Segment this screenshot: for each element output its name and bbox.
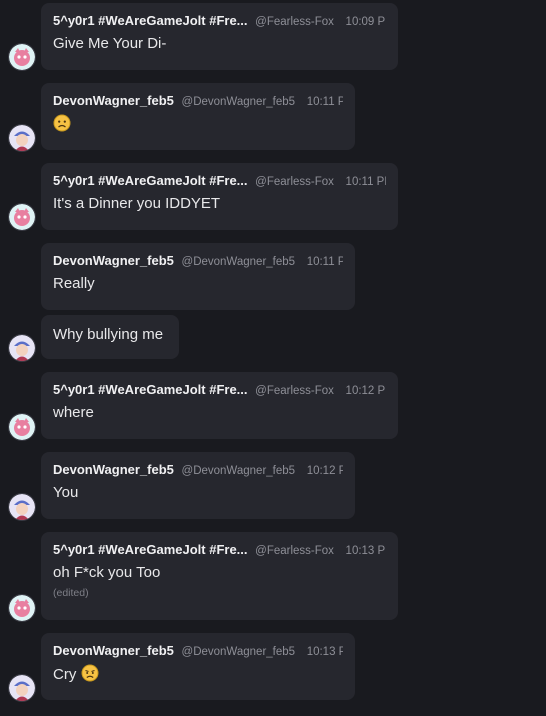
- message-text: where: [53, 404, 94, 421]
- message-time: 10:11 PM: [345, 176, 386, 188]
- message-time: 10:11 PM: [306, 96, 343, 108]
- message-bubble[interactable]: DevonWagner_feb5 @DevonWagner_feb5 10:11…: [41, 83, 355, 150]
- message-text: Really: [53, 275, 95, 292]
- author-name[interactable]: DevonWagner_feb5: [53, 462, 174, 477]
- avatar[interactable]: [8, 334, 36, 362]
- author-handle: @Fearless-Fox: [255, 176, 334, 188]
- message-bubble[interactable]: 5^y0r1 #WeAreGameJolt #Fre... @Fearless-…: [41, 3, 398, 70]
- author-handle: @Fearless-Fox: [255, 385, 334, 397]
- author-handle: @DevonWagner_feb5: [181, 96, 296, 108]
- edited-label: (edited): [53, 587, 89, 599]
- author-name[interactable]: 5^y0r1 #WeAreGameJolt #Fre...: [53, 13, 248, 28]
- message-time: 10:09 PM: [345, 16, 386, 28]
- message-bubble[interactable]: Why bullying me: [41, 315, 179, 359]
- message-text: It's a Dinner you IDDYET: [53, 195, 221, 212]
- message-time: 10:11 PM: [306, 256, 343, 268]
- avatar[interactable]: [8, 413, 36, 441]
- message-header: 5^y0r1 #WeAreGameJolt #Fre... @Fearless-…: [53, 382, 386, 399]
- sad-face-icon: [81, 664, 99, 682]
- author-name[interactable]: 5^y0r1 #WeAreGameJolt #Fre...: [53, 173, 248, 188]
- message-header: DevonWagner_feb5 @DevonWagner_feb5 10:12…: [53, 462, 343, 479]
- message-text: Why bullying me: [53, 326, 164, 343]
- message-text-content: Cry: [53, 666, 77, 683]
- message-text: oh F*ck you Too: [53, 564, 161, 581]
- message-bubble[interactable]: 5^y0r1 #WeAreGameJolt #Fre... @Fearless-…: [41, 163, 398, 230]
- message-header: DevonWagner_feb5 @DevonWagner_feb5 10:13…: [53, 643, 343, 660]
- author-handle: @DevonWagner_feb5: [181, 646, 296, 658]
- avatar[interactable]: [8, 203, 36, 231]
- message-text: Give Me Your Di-: [53, 35, 167, 52]
- avatar[interactable]: [8, 124, 36, 152]
- author-handle: @Fearless-Fox: [255, 545, 334, 557]
- frowning-face-icon: [53, 114, 71, 132]
- message-header: DevonWagner_feb5 @DevonWagner_feb5 10:11…: [53, 93, 343, 110]
- avatar[interactable]: [8, 43, 36, 71]
- avatar[interactable]: [8, 594, 36, 622]
- avatar[interactable]: [8, 493, 36, 521]
- author-handle: @Fearless-Fox: [255, 16, 334, 28]
- author-name[interactable]: DevonWagner_feb5: [53, 253, 174, 268]
- message-time: 10:13 PM: [345, 545, 386, 557]
- message-time: 10:13 PM: [306, 646, 343, 658]
- author-name[interactable]: 5^y0r1 #WeAreGameJolt #Fre...: [53, 542, 248, 557]
- message-text: [53, 114, 343, 135]
- message-header: DevonWagner_feb5 @DevonWagner_feb5 10:11…: [53, 253, 343, 270]
- message-bubble[interactable]: DevonWagner_feb5 @DevonWagner_feb5 10:11…: [41, 243, 355, 310]
- author-name[interactable]: 5^y0r1 #WeAreGameJolt #Fre...: [53, 382, 248, 397]
- author-name[interactable]: DevonWagner_feb5: [53, 93, 174, 108]
- author-handle: @DevonWagner_feb5: [181, 465, 296, 477]
- message-header: 5^y0r1 #WeAreGameJolt #Fre... @Fearless-…: [53, 542, 386, 559]
- avatar[interactable]: [8, 674, 36, 702]
- message-time: 10:12 PM: [306, 465, 343, 477]
- message-header: 5^y0r1 #WeAreGameJolt #Fre... @Fearless-…: [53, 13, 386, 30]
- message-text: You: [53, 484, 79, 501]
- message-bubble[interactable]: DevonWagner_feb5 @DevonWagner_feb5 10:13…: [41, 633, 355, 700]
- author-handle: @DevonWagner_feb5: [181, 256, 296, 268]
- message-bubble[interactable]: 5^y0r1 #WeAreGameJolt #Fre... @Fearless-…: [41, 372, 398, 439]
- author-name[interactable]: DevonWagner_feb5: [53, 643, 174, 658]
- message-text: Cry: [53, 664, 343, 685]
- message-bubble[interactable]: DevonWagner_feb5 @DevonWagner_feb5 10:12…: [41, 452, 355, 519]
- message-header: 5^y0r1 #WeAreGameJolt #Fre... @Fearless-…: [53, 173, 386, 190]
- message-bubble[interactable]: 5^y0r1 #WeAreGameJolt #Fre... @Fearless-…: [41, 532, 398, 620]
- message-time: 10:12 PM: [345, 385, 386, 397]
